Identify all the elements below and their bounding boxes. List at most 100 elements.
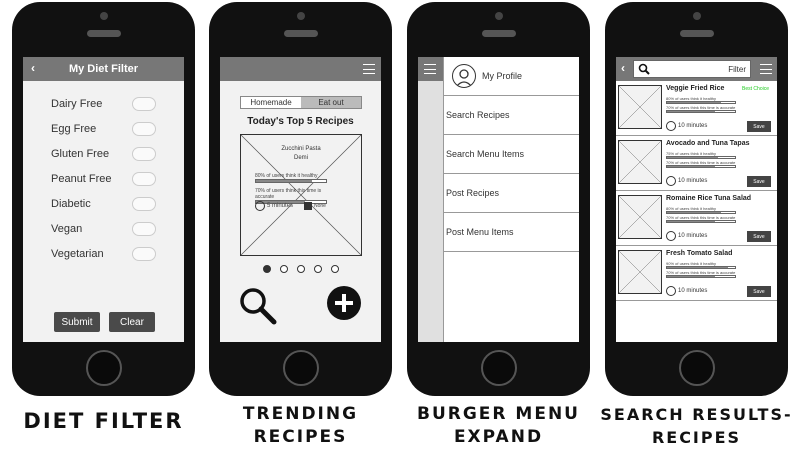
camera — [99, 12, 108, 20]
tab-eat-out[interactable]: Eat out — [301, 97, 361, 108]
save-button[interactable]: Save — [747, 286, 771, 297]
menu-item[interactable]: Post Menu Items — [444, 213, 579, 252]
healthy-bar — [666, 266, 736, 269]
section-heading: Today's Top 5 Recipes — [247, 116, 354, 127]
filter-row: Egg Free — [23, 116, 184, 141]
filter-label: Vegan — [51, 222, 83, 235]
healthy-bar — [666, 101, 736, 104]
time-row: 10 minutes — [666, 231, 707, 241]
filter-row: Peanut Free — [23, 166, 184, 191]
menu-item[interactable]: Search Menu Items — [444, 135, 579, 174]
back-arrow-icon[interactable]: ‹ — [621, 61, 625, 75]
filter-label[interactable]: Filter — [728, 65, 746, 74]
home-button[interactable] — [85, 350, 122, 386]
carousel-dot[interactable] — [279, 265, 288, 273]
home-button[interactable] — [678, 350, 715, 386]
back-arrow-icon[interactable]: ‹ — [31, 61, 35, 75]
time-label: 10 minutes — [678, 288, 708, 294]
home-button[interactable] — [480, 350, 517, 386]
add-icon[interactable] — [327, 286, 361, 320]
recipe-card[interactable]: Zucchini Pasta Demi 80% of users think i… — [240, 134, 362, 256]
filter-label: Gluten Free — [51, 147, 110, 160]
filter-label: Diabetic — [51, 197, 91, 210]
speaker — [679, 30, 714, 37]
carousel-dot[interactable] — [296, 265, 305, 273]
caption-search: SEARCH RESULTS- RECIPES — [595, 403, 798, 449]
image-placeholder-icon — [618, 140, 662, 184]
result-item[interactable]: Fresh Tomato Salad 90% of users think it … — [616, 246, 777, 301]
accurate-text: 70% of users think this time is accurate — [666, 215, 736, 220]
profile-label: My Profile — [482, 71, 523, 81]
accurate-bar — [666, 275, 736, 278]
toggle-switch[interactable] — [132, 221, 156, 236]
phone-diet-filter: ‹ My Diet Filter Dairy Free Egg Free Glute… — [12, 2, 195, 396]
accurate-text: 70% of users think this time is accurate — [255, 188, 322, 200]
header-bar: ‹ My Diet Filter — [23, 57, 184, 81]
cost-label: None — [314, 203, 326, 209]
screen-trending: Homemade Eat out Today's Top 5 Recipes Z… — [220, 57, 381, 342]
home-button[interactable] — [282, 350, 319, 386]
camera — [494, 12, 503, 20]
avatar-icon — [452, 64, 476, 88]
time-row: 10 minutes — [666, 286, 707, 296]
submit-button[interactable]: Submit — [54, 312, 100, 332]
time-label: 10 minutes — [678, 233, 708, 239]
search-icon — [638, 63, 650, 75]
clock-icon — [666, 176, 676, 186]
clear-button[interactable]: Clear — [109, 312, 155, 332]
accurate-bar — [666, 110, 736, 113]
accurate-text: 70% of users think this time is accurate — [666, 105, 736, 110]
result-item[interactable]: Romaine Rice Tuna Salad 80% of users thin… — [616, 191, 777, 246]
caption-burger: BURGER MENU EXPAND — [407, 403, 590, 449]
image-placeholder-icon — [618, 195, 662, 239]
healthy-bar — [255, 179, 327, 183]
screen-diet-filter: ‹ My Diet Filter Dairy Free Egg Free Glute… — [23, 57, 184, 342]
speaker — [283, 30, 318, 37]
search-icon[interactable] — [238, 286, 278, 331]
accurate-text: 70% of users think this time is accurate — [666, 270, 736, 275]
page-title: My Diet Filter — [68, 63, 139, 75]
hamburger-icon[interactable] — [760, 64, 772, 74]
result-item[interactable]: Veggie Fried Rice Best Choice 80% of users… — [616, 81, 777, 136]
toggle-switch[interactable] — [132, 146, 156, 161]
result-ratings: 90% of users think it healthy 70% of user… — [666, 261, 744, 278]
toggle-switch[interactable] — [132, 196, 156, 211]
result-item[interactable]: Avocado and Tuna Tapas 75% of users think… — [616, 136, 777, 191]
screen-burger-menu: My Profile Search Recipes Search Menu Ite… — [418, 57, 579, 342]
camera — [296, 12, 305, 20]
menu-item[interactable]: Post Recipes — [444, 174, 579, 213]
carousel-dot[interactable] — [262, 265, 271, 273]
toggle-switch[interactable] — [132, 171, 156, 186]
tab-homemade[interactable]: Homemade — [241, 97, 301, 108]
filter-label: Dairy Free — [51, 97, 103, 110]
filter-row: Diabetic — [23, 191, 184, 216]
carousel-dot[interactable] — [313, 265, 322, 273]
accurate-text: 70% of users think this time is accurate — [666, 160, 736, 165]
hamburger-icon[interactable] — [424, 64, 436, 74]
healthy-bar — [666, 211, 736, 214]
phone-burger-menu: My Profile Search Recipes Search Menu Ite… — [407, 2, 590, 396]
caption-line: RECIPES — [651, 428, 742, 447]
clock-icon — [666, 231, 676, 241]
save-button[interactable]: Save — [747, 231, 771, 242]
time-row: 10 minutes — [666, 176, 707, 186]
healthy-bar — [666, 156, 736, 159]
result-title: Avocado and Tuna Tapas — [666, 140, 750, 147]
menu-item-label: Search Menu Items — [446, 149, 525, 159]
search-input[interactable]: Filter — [633, 60, 751, 78]
save-button[interactable]: Save — [747, 176, 771, 187]
toggle-switch[interactable] — [132, 246, 156, 261]
menu-item-label: Post Menu Items — [446, 227, 514, 237]
filter-row: Vegetarian — [23, 241, 184, 266]
menu-item[interactable]: Search Recipes — [444, 96, 579, 135]
phone-search-results: ‹ Filter Veggie Fried Rice Best Choice 80%… — [605, 2, 788, 396]
speaker — [86, 30, 121, 37]
clock-icon — [255, 201, 265, 211]
carousel-dot[interactable] — [330, 265, 339, 273]
header-bar — [220, 57, 381, 81]
toggle-switch[interactable] — [132, 96, 156, 111]
toggle-switch[interactable] — [132, 121, 156, 136]
hamburger-icon[interactable] — [363, 64, 375, 74]
save-button[interactable]: Save — [747, 121, 771, 132]
profile-item[interactable]: My Profile — [444, 57, 579, 96]
